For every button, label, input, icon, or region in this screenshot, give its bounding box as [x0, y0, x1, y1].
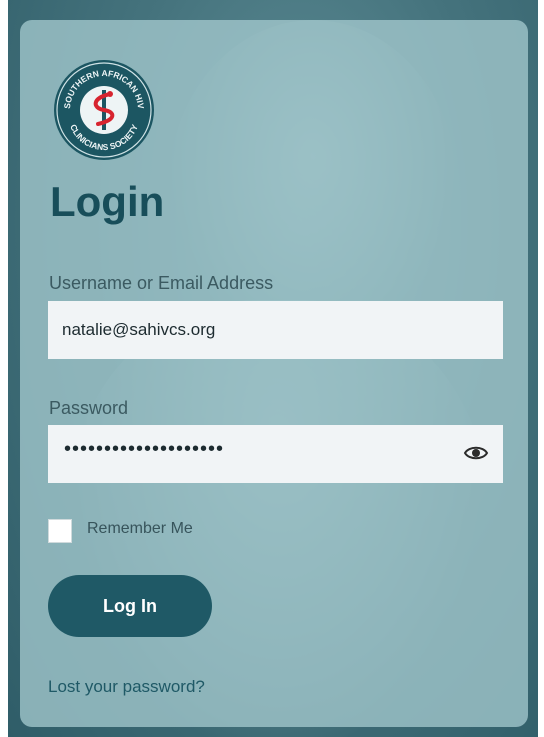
society-logo: SOUTHERN AFRICAN HIV CLINICIANS SOCIETY: [54, 60, 154, 160]
eye-icon[interactable]: [463, 440, 489, 466]
lost-password-link[interactable]: Lost your password?: [48, 677, 205, 697]
login-button[interactable]: Log In: [48, 575, 212, 637]
remember-me-checkbox[interactable]: [48, 519, 72, 543]
password-label: Password: [49, 398, 129, 418]
username-input[interactable]: [48, 301, 503, 359]
page-title: Login: [50, 178, 165, 225]
password-masked-value: ••••••••••••••••••••: [64, 438, 225, 460]
username-label: Username or Email Address: [49, 273, 274, 293]
remember-me-label: Remember Me: [87, 520, 193, 537]
